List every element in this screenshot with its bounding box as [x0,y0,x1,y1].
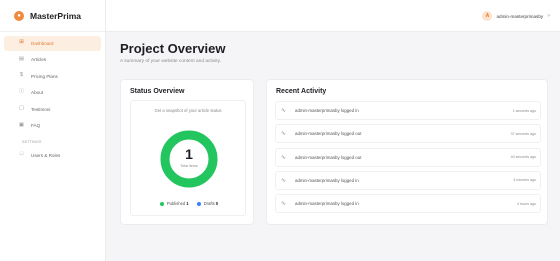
legend-drafts: Drafts 0 [196,201,219,206]
legend-published: Published 1 [159,201,189,206]
avatar: A [482,11,493,21]
status-donut-chart: 1 Total Items [159,129,219,189]
activity-icon: ∿ [281,177,287,184]
legend-value: 1 [186,201,189,206]
user-menu[interactable]: A admin-masterprimasby ˅ [482,10,550,22]
sidebar-item-label: Users & Roles [31,152,61,158]
legend-label: Drafts [203,201,215,206]
status-overview-card: Status Overview Get a snapshot of your a… [120,79,254,225]
sidebar-item-label: Pricing Plans [31,73,58,79]
sidebar-item-faq[interactable]: ▣ FAQ [4,118,101,133]
sidebar: ● MasterPrima ⊞ Dashboard ▤ Articles $ P… [0,0,106,261]
activity-time: 1 seconds ago [512,108,536,113]
sidebar-item-articles[interactable]: ▤ Articles [4,52,101,67]
legend-label: Published [166,201,186,206]
list-item: ∿ admin-masterprimasby logged in 4 hours… [275,194,541,214]
activity-text: admin-masterprimasby logged out [295,154,362,160]
activity-text: admin-masterprimasby logged in [295,108,359,113]
snapshot-caption: Get a snapshot of your article status [154,108,222,113]
top-bar: A admin-masterprimasby ˅ [106,0,560,32]
activity-time: 37 seconds ago [510,131,536,136]
sidebar-item-label: Testimoni [31,106,51,112]
activity-time: 4 minutes ago [513,178,536,183]
list-item: ∿ admin-masterprimasby logged out 40 sec… [275,147,541,167]
page-subtitle: A summary of your website content and ac… [120,59,221,64]
info-icon: ⓘ [18,88,25,95]
list-item: ∿ admin-masterprimasby logged out 37 sec… [275,124,541,144]
dollar-icon: $ [19,72,24,79]
sidebar-item-label: About [31,90,44,95]
drafts-dot [196,201,201,206]
brand[interactable]: ● MasterPrima [0,0,105,32]
legend-value: 0 [215,201,219,206]
list-item: ∿ admin-masterprimasby logged in 1 secon… [275,101,541,120]
grid-icon: ⊞ [19,39,24,46]
sidebar-nav: ⊞ Dashboard ▤ Articles $ Pricing Plans ⓘ… [0,32,105,163]
users-icon: □ [19,151,24,158]
sidebar-item-about[interactable]: ⓘ About [4,85,101,100]
activity-time: 4 hours ago [517,201,536,206]
donut-total-label: Total Items [180,164,198,168]
status-panel: Get a snapshot of your article status 1 … [130,100,246,216]
comment-icon: ▢ [18,105,25,112]
activity-icon: ∿ [281,201,287,208]
activity-icon: ∿ [281,108,287,114]
activity-list: ∿ admin-masterprimasby logged in 1 secon… [275,101,541,217]
activity-icon: ∿ [281,131,287,138]
sidebar-item-label: Articles [31,57,47,62]
logo-icon: ● [14,10,24,21]
list-item: ∿ admin-masterprimasby logged in 4 minut… [275,170,541,190]
sidebar-item-dashboard[interactable]: ⊞ Dashboard [4,35,101,51]
sidebar-item-pricing-plans[interactable]: $ Pricing Plans [4,69,101,84]
sidebar-item-label: Dashboard [31,40,54,46]
card-title: Recent Activity [276,88,327,95]
article-icon: ▤ [18,55,25,62]
chevron-down-icon: ˅ [547,13,550,19]
card-title: Status Overview [130,88,185,95]
status-legend: Published 1 Drafts 0 [131,201,247,206]
faq-icon: ▣ [18,121,25,128]
recent-activity-card: Recent Activity ∿ admin-masterprimasby l… [266,79,548,225]
sidebar-item-users-roles[interactable]: □ Users & Roles [4,148,101,163]
donut-total: 1 [185,146,193,162]
main-content: Project Overview A summary of your websi… [120,40,548,225]
activity-time: 40 seconds ago [510,155,536,160]
activity-text: admin-masterprimasby logged in [295,177,359,183]
activity-text: admin-masterprimasby logged in [295,201,359,207]
sidebar-item-testimoni[interactable]: ▢ Testimoni [4,102,101,117]
sidebar-item-label: FAQ [31,123,41,128]
page-title: Project Overview [120,41,226,56]
user-name: admin-masterprimasby [496,13,544,19]
published-dot [159,201,164,206]
sidebar-section-settings: SETTINGS [22,140,42,144]
brand-name: MasterPrima [30,10,82,21]
activity-icon: ∿ [281,154,287,161]
activity-text: admin-masterprimasby logged out [295,131,362,137]
